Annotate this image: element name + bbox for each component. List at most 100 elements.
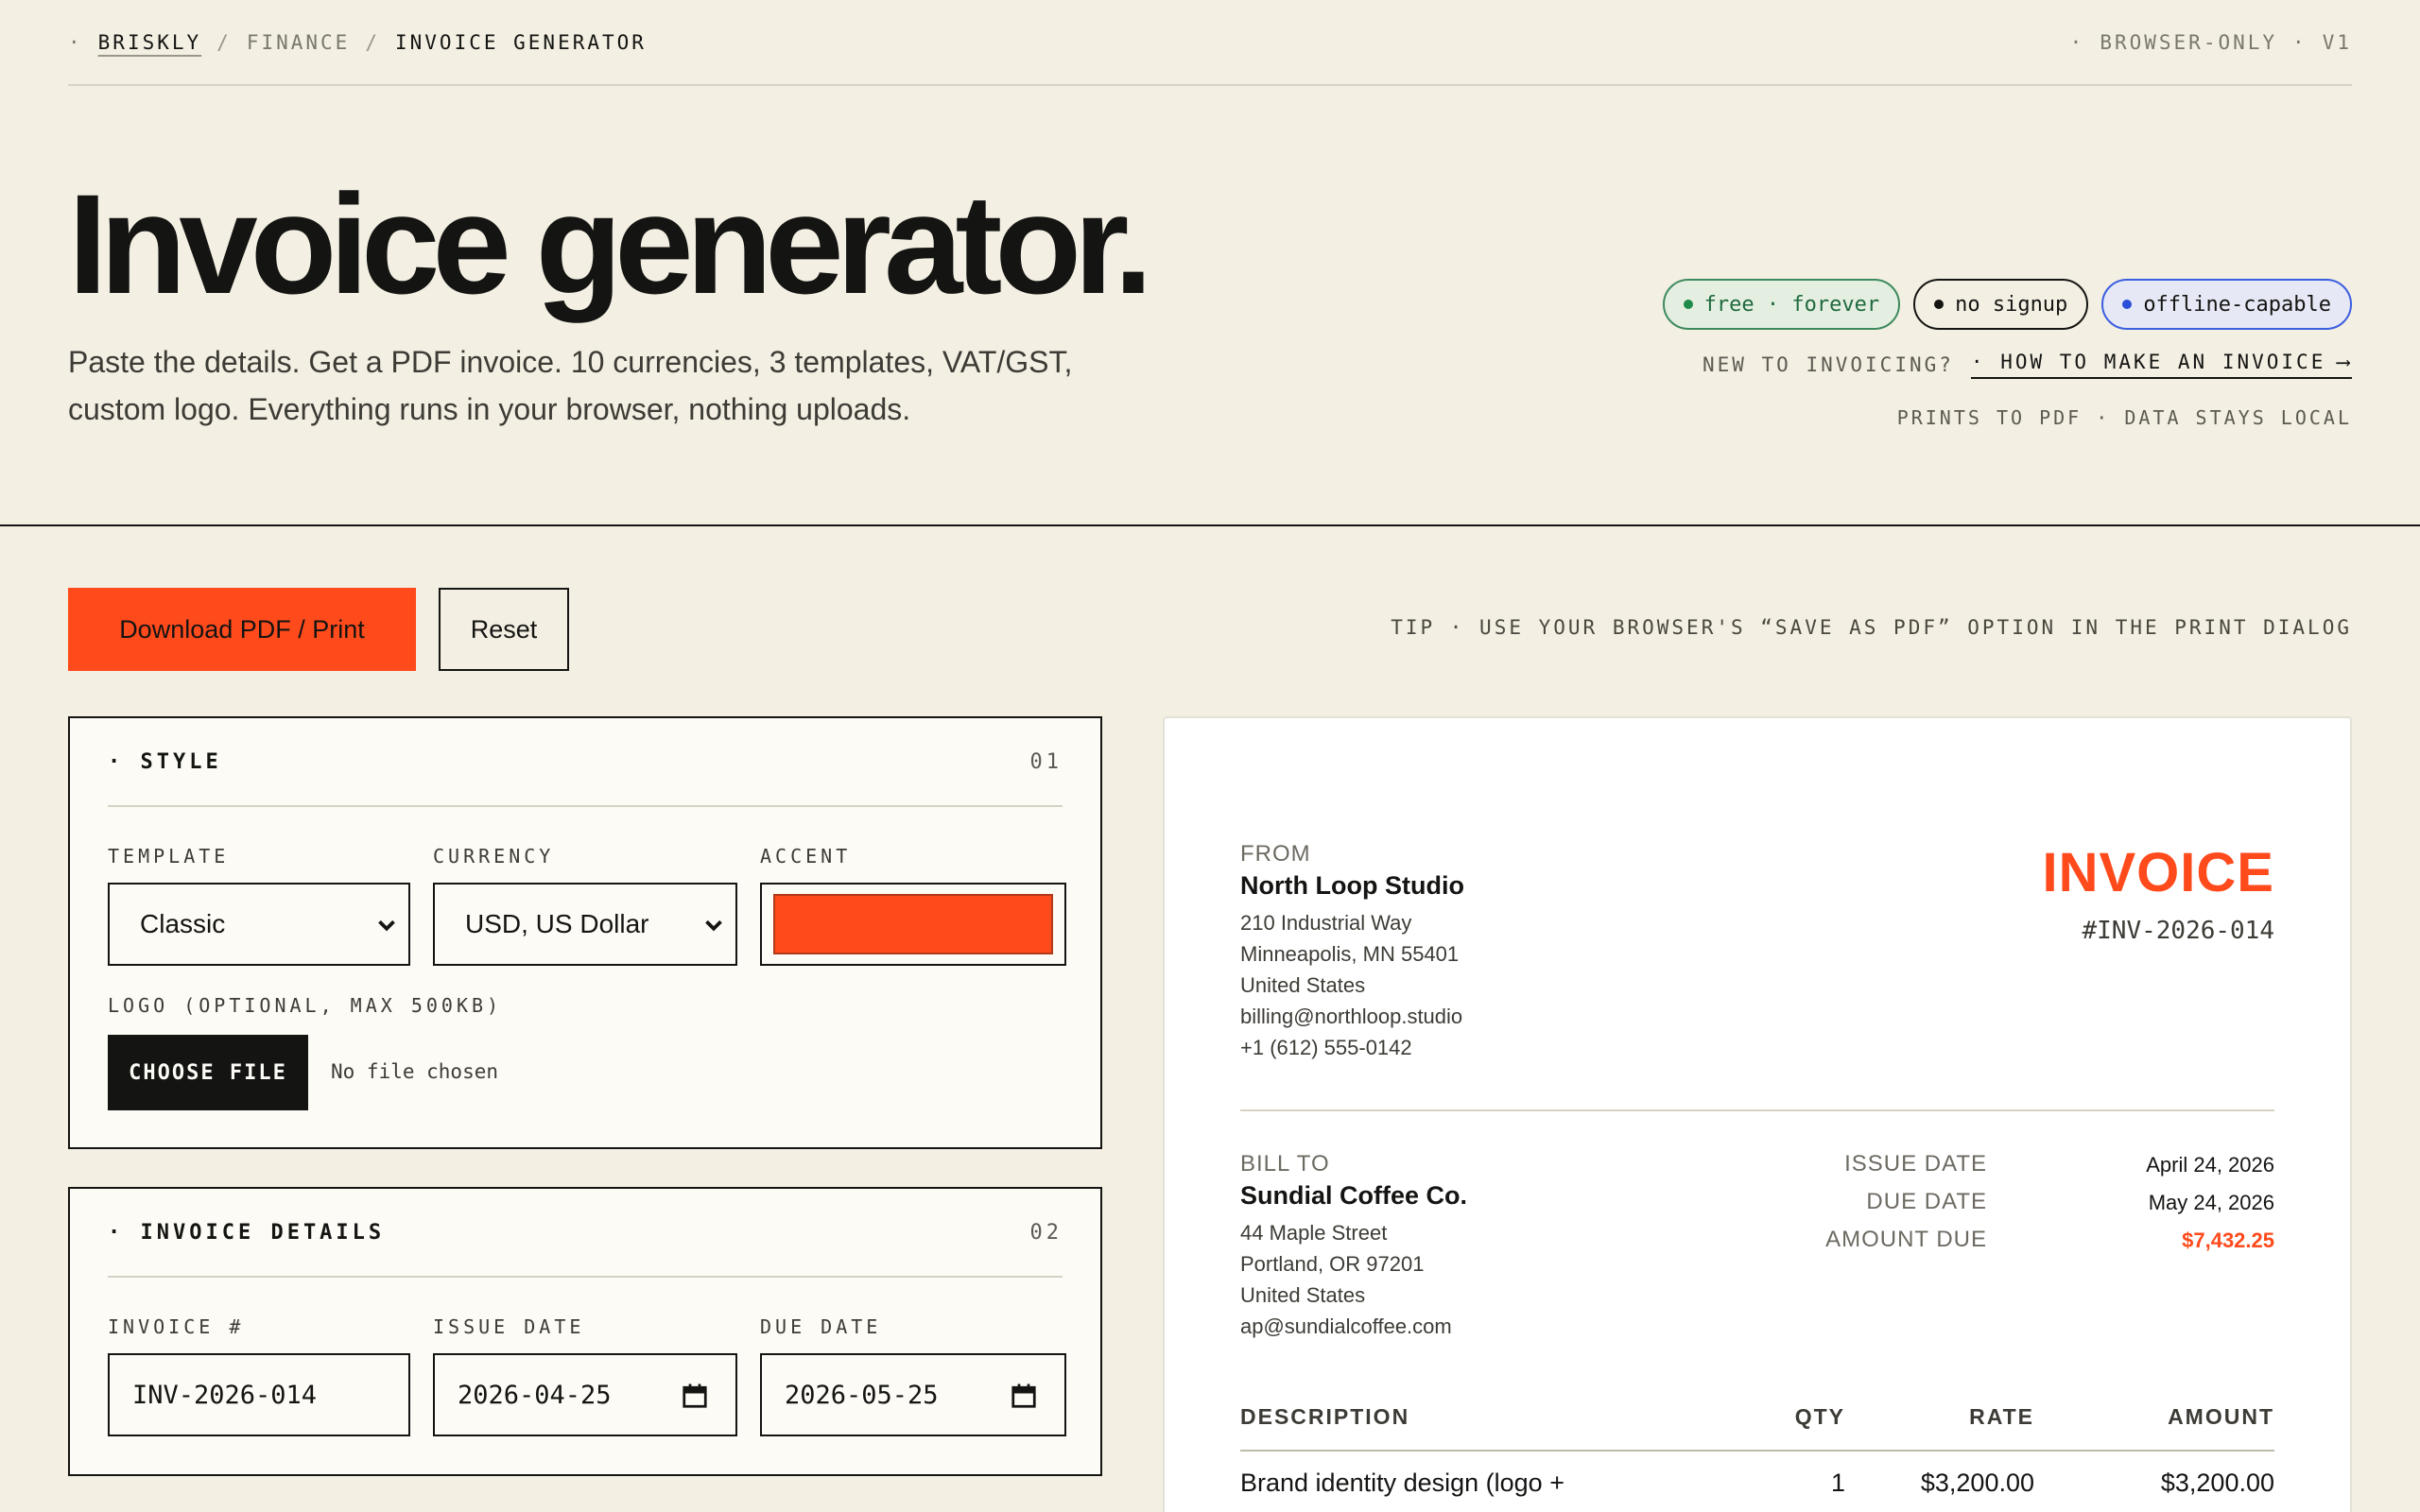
- panel-title: · INVOICE DETAILS: [108, 1220, 386, 1245]
- status-dot-icon: [2122, 300, 2133, 309]
- howto-row: NEW TO INVOICING? · HOW TO MAKE AN INVOI…: [1703, 351, 2352, 379]
- template-label: TEMPLATE: [108, 845, 230, 868]
- amount-due-key: AMOUNT DUE: [1825, 1227, 1987, 1252]
- due-date-input[interactable]: 2026-05-25: [760, 1353, 1066, 1436]
- issue-date-text: April 24, 2026: [2146, 1153, 2274, 1177]
- version-info: · BROWSER-ONLY · V1: [2070, 31, 2352, 54]
- top-bar: · BRISKLY / FINANCE / INVOICE GENERATOR …: [68, 0, 2352, 86]
- logo-label: LOGO (OPTIONAL, MAX 500KB): [108, 994, 503, 1017]
- print-note: PRINTS TO PDF · DATA STAYS LOCAL: [1896, 406, 2352, 429]
- column-header: AMOUNT: [2168, 1404, 2274, 1429]
- breadcrumb-separator: /: [365, 30, 380, 54]
- arrow-right-icon: ⟶: [2337, 351, 2352, 373]
- breadcrumb: · BRISKLY / FINANCE / INVOICE GENERATOR: [68, 31, 647, 54]
- status-dot-icon: [1934, 300, 1945, 309]
- bill-to-label: BILL TO: [1240, 1151, 1330, 1177]
- issue-date-value: 2026-04-25: [458, 1380, 612, 1410]
- breadcrumb-current: INVOICE GENERATOR: [395, 30, 647, 54]
- calendar-icon[interactable]: [1010, 1382, 1038, 1410]
- item-qty: 1: [1830, 1469, 1845, 1497]
- chevron-down-icon: [378, 919, 395, 932]
- panel-title: · STYLE: [108, 749, 222, 774]
- column-header: DESCRIPTION: [1240, 1404, 1410, 1429]
- panel-header: · STYLE 01: [108, 718, 1063, 807]
- currency-label: CURRENCY: [433, 845, 555, 868]
- preview-divider: [1240, 1109, 2274, 1111]
- page-title: Invoice generator.: [68, 164, 1153, 323]
- reset-button[interactable]: Reset: [439, 588, 569, 671]
- feature-badges: free · forever no signup offline-capable: [1662, 279, 2352, 330]
- address-line: +1 (612) 555-0142: [1240, 1036, 1412, 1059]
- invoice-details-panel: · INVOICE DETAILS 02 INVOICE # INV-2026-…: [68, 1187, 1102, 1476]
- address-line: 210 Industrial Way: [1240, 911, 1412, 935]
- invoice-number: #INV-2026-014: [2082, 917, 2275, 945]
- breadcrumb-dot: ·: [68, 30, 83, 54]
- amount-due-value: $7,432.25: [2182, 1228, 2274, 1252]
- howto-link-label: · HOW TO MAKE AN INVOICE: [1970, 351, 2326, 373]
- address-line: Portland, OR 97201: [1240, 1252, 1425, 1276]
- from-label: FROM: [1240, 841, 1311, 867]
- breadcrumb-brand-link[interactable]: BRISKLY: [98, 31, 202, 54]
- address-line: billing@northloop.studio: [1240, 1005, 1463, 1028]
- panel-number: 02: [1029, 1220, 1063, 1245]
- breadcrumb-separator: /: [216, 30, 232, 54]
- version-dot: ·: [2069, 30, 2085, 54]
- bill-to-name: Sundial Coffee Co.: [1240, 1181, 1468, 1210]
- section-divider: [0, 524, 2420, 526]
- address-line: ap@sundialcoffee.com: [1240, 1314, 1452, 1338]
- address-line: 44 Maple Street: [1240, 1221, 1388, 1245]
- address-line: Minneapolis, MN 55401: [1240, 942, 1460, 966]
- invoice-title: INVOICE: [2042, 842, 2274, 903]
- badge-label: offline-capable: [2143, 292, 2331, 317]
- item-amount: $3,200.00: [2160, 1469, 2274, 1497]
- item-rate: $3,200.00: [1920, 1469, 2034, 1497]
- invoice-number-value: INV-2026-014: [132, 1380, 318, 1410]
- issue-date-input[interactable]: 2026-04-25: [433, 1353, 737, 1436]
- accent-swatch: [773, 894, 1053, 954]
- style-panel: · STYLE 01 TEMPLATE Classic CURRENCY USD…: [68, 716, 1102, 1149]
- status-dot-icon: [1683, 300, 1693, 309]
- invoice-preview: FROM North Loop Studio 210 Industrial Wa…: [1163, 716, 2352, 1512]
- template-select[interactable]: Classic: [108, 883, 410, 966]
- table-header-rule: [1240, 1450, 2274, 1452]
- badge-offline: offline-capable: [2101, 279, 2352, 330]
- download-pdf-button[interactable]: Download PDF / Print: [68, 588, 416, 671]
- mode-label: BROWSER-ONLY: [2100, 30, 2278, 54]
- invoice-number-input[interactable]: INV-2026-014: [108, 1353, 410, 1436]
- breadcrumb-finance-link[interactable]: FINANCE: [247, 31, 351, 54]
- accent-label: ACCENT: [760, 845, 852, 868]
- item-description: Brand identity design (logo +: [1240, 1469, 1564, 1497]
- badge-free: free · forever: [1662, 279, 1901, 330]
- badge-no-signup: no signup: [1913, 279, 2089, 330]
- chevron-down-icon: [705, 919, 722, 932]
- version-label: V1: [2322, 30, 2352, 54]
- due-date-value: 2026-05-25: [785, 1380, 939, 1410]
- howto-prefix: NEW TO INVOICING?: [1702, 353, 1954, 376]
- column-header: QTY: [1794, 1404, 1845, 1429]
- file-status: No file chosen: [331, 1060, 499, 1083]
- address-line: United States: [1240, 1283, 1366, 1307]
- column-header: RATE: [1969, 1404, 2034, 1429]
- print-tip: TIP · USE YOUR BROWSER'S “SAVE AS PDF” O…: [1391, 616, 2352, 639]
- howto-link[interactable]: · HOW TO MAKE AN INVOICE ⟶: [1970, 351, 2352, 379]
- calendar-icon[interactable]: [681, 1382, 709, 1410]
- accent-color-picker[interactable]: [760, 883, 1066, 966]
- badge-label: no signup: [1955, 292, 2068, 317]
- due-date-key: DUE DATE: [1866, 1189, 1987, 1214]
- issue-date-key: ISSUE DATE: [1844, 1151, 1987, 1177]
- address-line: United States: [1240, 973, 1366, 997]
- issue-date-label: ISSUE DATE: [433, 1315, 585, 1338]
- from-name: North Loop Studio: [1240, 871, 1464, 900]
- panel-header: · INVOICE DETAILS 02: [108, 1189, 1063, 1278]
- due-date-label: DUE DATE: [760, 1315, 882, 1338]
- badge-label: free · forever: [1703, 292, 1880, 317]
- template-value: Classic: [140, 909, 226, 938]
- currency-select[interactable]: USD, US Dollar: [433, 883, 737, 966]
- from-address: 210 Industrial Way Minneapolis, MN 55401…: [1240, 907, 1462, 1063]
- page-subtitle: Paste the details. Get a PDF invoice. 10…: [68, 345, 1073, 426]
- currency-value: USD, US Dollar: [465, 909, 649, 938]
- bill-to-address: 44 Maple Street Portland, OR 97201 Unite…: [1240, 1217, 1452, 1342]
- choose-file-button[interactable]: CHOOSE FILE: [108, 1035, 308, 1110]
- due-date-text: May 24, 2026: [2148, 1191, 2274, 1214]
- panel-number: 01: [1029, 749, 1063, 774]
